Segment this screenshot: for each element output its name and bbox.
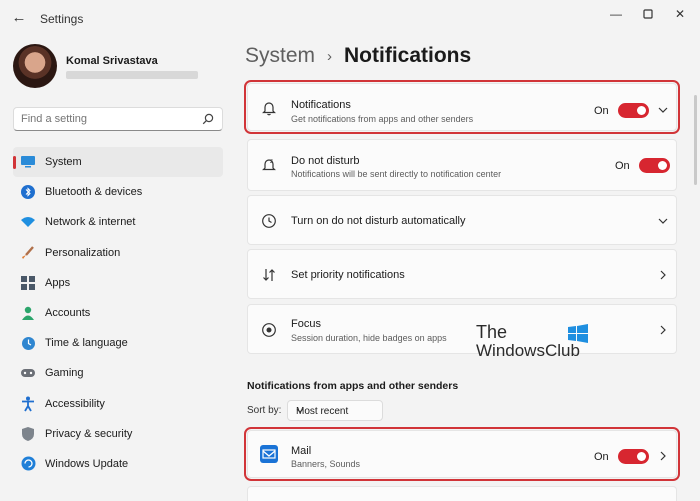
notifications-card[interactable]: Notifications Get notifications from app… (244, 80, 680, 134)
minimize-icon: — (610, 7, 622, 21)
sidebar-item-windows-update[interactable]: Windows Update (13, 449, 223, 479)
gamepad-icon (20, 365, 36, 381)
clock-globe-icon (20, 335, 36, 351)
sidebar-item-accessibility[interactable]: Accessibility (13, 389, 223, 419)
apps-icon (20, 275, 36, 291)
avatar[interactable] (13, 44, 57, 88)
card-title: Set priority notifications (291, 269, 405, 281)
sidebar-item-accounts[interactable]: Accounts (13, 298, 223, 328)
card-subtitle: Session duration, hide badges on apps (291, 333, 447, 343)
chevron-down-icon[interactable] (657, 215, 669, 227)
sort-icon (260, 266, 278, 284)
windows-logo-icon (568, 324, 588, 343)
svg-text:z: z (270, 159, 273, 165)
monitor-icon (20, 154, 36, 170)
title-bar: ← Settings — ✕ (0, 0, 700, 36)
sidebar-item-label: Time & language (45, 337, 128, 350)
sidebar-item-label: Accessibility (45, 397, 105, 410)
sidebar-item-label: Privacy & security (45, 427, 133, 440)
person-icon (20, 305, 36, 321)
sidebar-item-bluetooth-devices[interactable]: Bluetooth & devices (13, 177, 223, 207)
app-title: Settings (40, 12, 84, 26)
breadcrumb-parent[interactable]: System (245, 44, 315, 68)
priority-notifications-card[interactable]: Set priority notifications (247, 249, 677, 299)
sidebar-item-network-internet[interactable]: Network & internet (13, 207, 223, 237)
sidebar-item-label: System (45, 156, 82, 169)
sidebar-item-label: Windows Update (45, 457, 129, 470)
close-button[interactable]: ✕ (660, 4, 700, 24)
chevron-right-icon[interactable] (657, 324, 669, 336)
close-icon: ✕ (674, 7, 686, 21)
user-email-redacted (66, 71, 198, 79)
sidebar-nav: System Bluetooth & devices Network & int… (13, 147, 223, 479)
focus-card[interactable]: Focus Session duration, hide badges on a… (247, 304, 677, 354)
bluetooth-icon (20, 184, 36, 200)
back-button[interactable]: ← (8, 6, 30, 28)
card-title: Notifications (291, 99, 351, 111)
sidebar-item-label: Personalization (45, 246, 121, 259)
sidebar-item-label: Network & internet (45, 216, 136, 229)
chevron-down-icon[interactable] (657, 104, 669, 116)
wifi-icon (20, 214, 36, 230)
sidebar-item-label: Bluetooth & devices (45, 186, 143, 199)
sidebar-item-privacy-security[interactable]: Privacy & security (13, 419, 223, 449)
next-app-card[interactable] (247, 486, 677, 501)
sidebar-item-label: Accounts (45, 307, 91, 320)
dnd-automatic-card[interactable]: Turn on do not disturb automatically (247, 195, 677, 245)
sidebar-item-apps[interactable]: Apps (13, 268, 223, 298)
sort-dropdown[interactable]: Most recent (287, 400, 383, 421)
brush-icon (20, 245, 36, 261)
bell-snooze-icon: z (260, 156, 278, 174)
sidebar-item-gaming[interactable]: Gaming (13, 358, 223, 388)
notifications-toggle[interactable] (618, 103, 649, 118)
update-icon (20, 456, 36, 472)
scrollbar[interactable] (694, 95, 697, 185)
breadcrumb: System › Notifications (245, 44, 471, 68)
chevron-right-icon[interactable] (657, 269, 669, 281)
mail-app-card[interactable]: Mail Banners, Sounds On (244, 427, 680, 481)
breadcrumb-separator: › (327, 47, 333, 65)
search-icon (202, 113, 214, 125)
card-title: Mail (291, 445, 312, 457)
card-title: Do not disturb (291, 155, 360, 167)
card-subtitle: Notifications will be sent directly to n… (291, 169, 502, 179)
search-input[interactable] (14, 108, 194, 130)
do-not-disturb-toggle[interactable] (639, 158, 670, 173)
watermark: The WindowsClub (476, 322, 591, 364)
shield-icon (20, 426, 36, 442)
chevron-down-icon (296, 406, 374, 417)
sidebar-item-label: Gaming (45, 367, 84, 380)
focus-icon (260, 321, 278, 339)
card-subtitle: Get notifications from apps and other se… (291, 114, 474, 124)
clock-icon (260, 212, 278, 230)
toggle-state-label: On (594, 451, 609, 463)
maximize-icon (643, 9, 653, 19)
bell-icon (260, 99, 278, 117)
watermark-line2: WindowsClub (476, 341, 580, 360)
sidebar-item-system[interactable]: System (13, 147, 223, 178)
mail-toggle[interactable] (618, 449, 649, 464)
chevron-right-icon[interactable] (657, 450, 669, 462)
accessibility-icon (20, 396, 36, 412)
toggle-state-label: On (615, 160, 630, 172)
mail-icon (260, 445, 278, 463)
page-title: Notifications (344, 44, 472, 67)
sort-label: Sort by: (247, 405, 282, 416)
card-subtitle: Banners, Sounds (291, 459, 361, 469)
search-box[interactable] (13, 107, 223, 131)
card-title: Turn on do not disturb automatically (291, 215, 466, 227)
sidebar-item-personalization[interactable]: Personalization (13, 238, 223, 268)
arrow-left-icon: ← (11, 8, 27, 26)
card-title: Focus (291, 318, 321, 330)
do-not-disturb-card[interactable]: z Do not disturb Notifications will be s… (247, 139, 677, 191)
watermark-line1: The (476, 322, 508, 342)
sidebar-item-label: Apps (45, 276, 71, 289)
toggle-state-label: On (594, 105, 609, 117)
section-title: Notifications from apps and other sender… (247, 380, 459, 392)
sidebar-item-time-language[interactable]: Time & language (13, 328, 223, 358)
user-name: Komal Srivastava (66, 55, 158, 67)
